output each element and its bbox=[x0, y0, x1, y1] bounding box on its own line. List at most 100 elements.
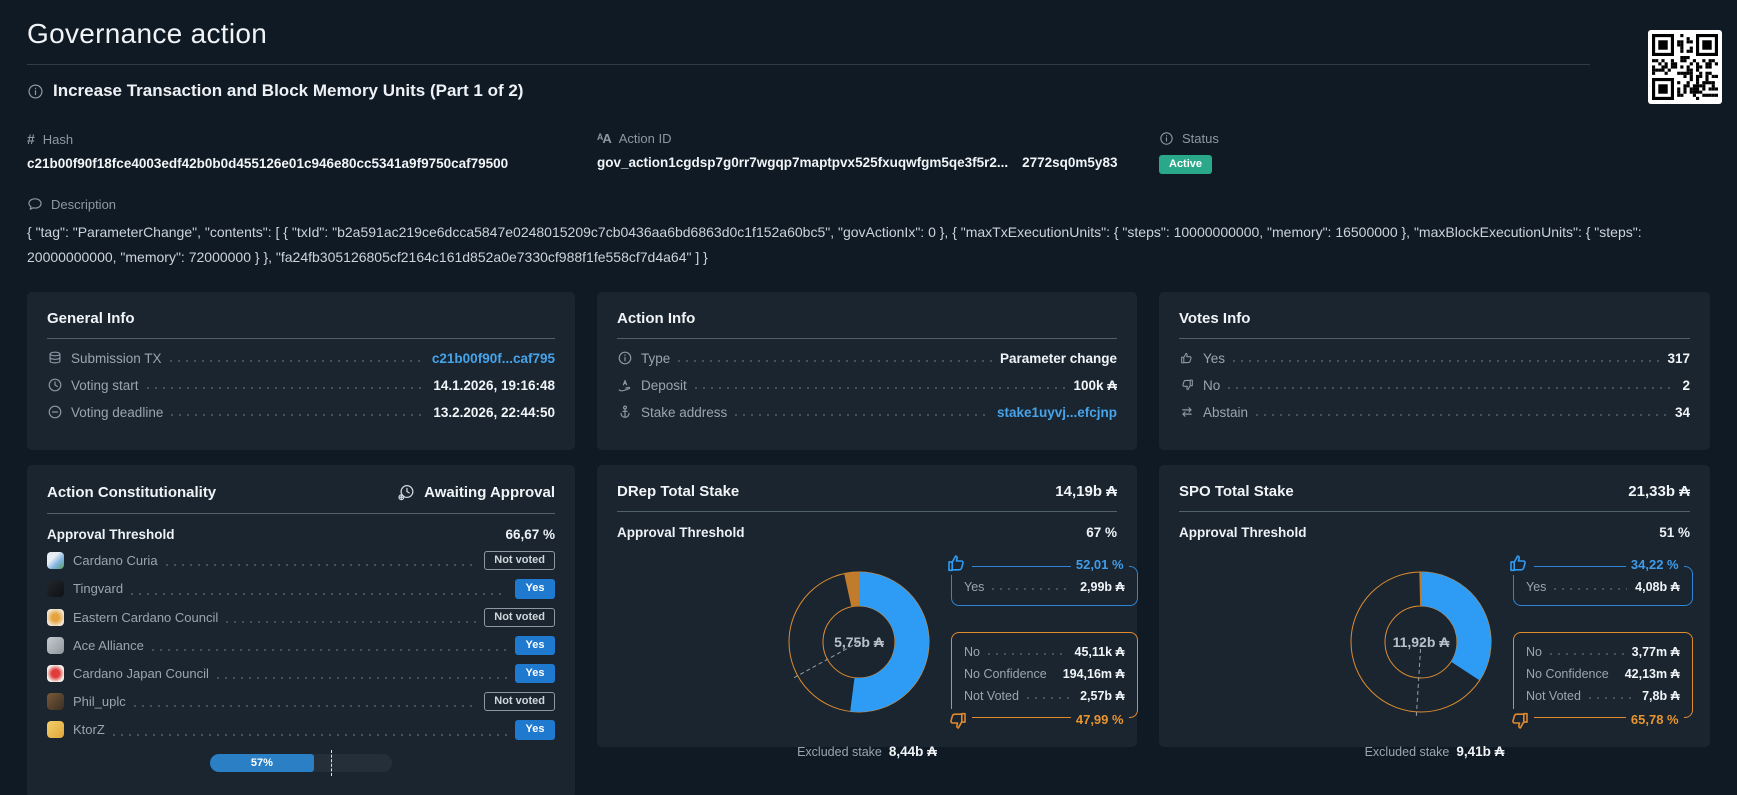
submission-tx-link[interactable]: c21b00f90f...caf795 bbox=[432, 351, 555, 366]
dotted-leader bbox=[1027, 697, 1072, 699]
type-row: Type Parameter change bbox=[617, 350, 1117, 366]
avatar bbox=[47, 665, 64, 682]
dotted-leader bbox=[695, 387, 1066, 389]
dotted-leader bbox=[134, 705, 477, 707]
votes-info-card: Votes Info Yes 317 No 2 Abstain 34 bbox=[1159, 292, 1710, 450]
header-divider bbox=[27, 64, 1590, 65]
card-title: Action Constitutionality bbox=[47, 484, 216, 501]
deadline-icon bbox=[47, 404, 63, 420]
list-item[interactable]: KtorZYes bbox=[47, 720, 555, 739]
thumbs-down-icon bbox=[942, 709, 972, 733]
excluded-stake-row: Excluded stake 9,41b ₳ bbox=[1179, 744, 1690, 759]
dotted-leader bbox=[131, 593, 507, 595]
status-block: Status Active bbox=[1159, 131, 1710, 174]
approval-threshold-row: Approval Threshold 66,67 % bbox=[47, 527, 555, 542]
action-id-label: Action ID bbox=[619, 131, 672, 146]
yes-percentage: 52,01 % bbox=[1071, 557, 1129, 572]
description-value: { "tag": "ParameterChange", "contents": … bbox=[27, 220, 1700, 270]
dotted-leader bbox=[1550, 653, 1624, 655]
stake-address-row: Stake address stake1uyvj...efcjnp bbox=[617, 404, 1117, 420]
total-stake-value: 14,19b ₳ bbox=[1055, 483, 1117, 500]
avatar bbox=[47, 693, 64, 710]
no-percentage: 47,99 % bbox=[1071, 712, 1129, 727]
dotted-leader bbox=[1589, 697, 1634, 699]
yes-stake-box: 52,01 % Yes2,99b ₳ bbox=[951, 566, 1138, 606]
deposit-row: Deposit 100k ₳ bbox=[617, 377, 1117, 393]
approval-threshold-row: Approval Threshold 67 % bbox=[617, 525, 1117, 540]
general-info-card: General Info Submission TX c21b00f90f...… bbox=[27, 292, 575, 450]
action-id-icon: ᴬA bbox=[597, 131, 611, 146]
page-title: Governance action bbox=[27, 18, 1710, 50]
anchor-icon bbox=[617, 404, 633, 420]
description-label: Description bbox=[51, 197, 116, 212]
dotted-leader bbox=[988, 653, 1067, 655]
dotted-leader bbox=[147, 387, 426, 389]
list-item[interactable]: Ace AllianceYes bbox=[47, 636, 555, 655]
no-stake-box: No3,77m ₳ No Confidence42,13m ₳ Not Vote… bbox=[1513, 632, 1693, 718]
stake-address-link[interactable]: stake1uyvj...efcjnp bbox=[997, 405, 1117, 420]
clock-icon bbox=[47, 377, 63, 393]
approval-threshold-row: Approval Threshold 51 % bbox=[1179, 525, 1690, 540]
type-info-icon bbox=[617, 350, 633, 366]
action-constitutionality-card: Action Constitutionality Awaiting Approv… bbox=[27, 465, 575, 795]
dotted-leader bbox=[217, 677, 507, 679]
vote-badge: Not voted bbox=[484, 551, 555, 570]
dotted-leader bbox=[113, 734, 507, 736]
drep-stake-donut-chart: 5,75b ₳ bbox=[767, 550, 951, 734]
dotted-leader bbox=[226, 621, 476, 623]
vote-badge: Yes bbox=[515, 664, 555, 683]
vote-badge: Yes bbox=[515, 720, 555, 739]
no-stake-box: No45,11k ₳ No Confidence194,16m ₳ Not Vo… bbox=[951, 632, 1138, 718]
deposit-icon bbox=[617, 377, 633, 393]
yes-percentage: 34,22 % bbox=[1626, 557, 1684, 572]
vote-badge: Not voted bbox=[484, 608, 555, 627]
thumbs-down-icon bbox=[1179, 377, 1195, 393]
dotted-leader bbox=[992, 588, 1072, 590]
governance-action-title: Increase Transaction and Block Memory Un… bbox=[27, 81, 1710, 101]
avatar bbox=[47, 609, 64, 626]
list-item[interactable]: TingvardYes bbox=[47, 579, 555, 598]
governance-action-name: Increase Transaction and Block Memory Un… bbox=[53, 81, 523, 101]
card-title: General Info bbox=[47, 310, 135, 327]
status-label: Status bbox=[1182, 131, 1219, 146]
thumbs-up-icon bbox=[1504, 551, 1534, 575]
submission-tx-row: Submission TX c21b00f90f...caf795 bbox=[47, 350, 555, 366]
dotted-leader bbox=[1554, 588, 1627, 590]
dotted-leader bbox=[735, 414, 989, 416]
abstain-arrows-icon bbox=[1179, 404, 1195, 420]
list-item[interactable]: Cardano CuriaNot voted bbox=[47, 551, 555, 570]
description-icon bbox=[27, 196, 43, 212]
list-item[interactable]: Phil_uplcNot voted bbox=[47, 692, 555, 711]
action-id-block: ᴬAAction ID gov_action1cgdsp7g0rr7wgqp7m… bbox=[597, 131, 1137, 174]
avatar bbox=[47, 637, 64, 654]
total-stake-value: 21,33b ₳ bbox=[1628, 483, 1690, 500]
card-title: SPO Total Stake bbox=[1179, 483, 1294, 500]
voting-deadline-row: Voting deadline 13.2.2026, 22:44:50 bbox=[47, 404, 555, 420]
approval-progress-bar: 57% bbox=[210, 754, 392, 772]
list-item[interactable]: Eastern Cardano CouncilNot voted bbox=[47, 608, 555, 627]
card-title: DRep Total Stake bbox=[617, 483, 739, 500]
yes-votes-row: Yes 317 bbox=[1179, 350, 1690, 366]
vote-badge: Yes bbox=[515, 636, 555, 655]
list-item[interactable]: Cardano Japan CouncilYes bbox=[47, 664, 555, 683]
spo-total-stake-card: SPO Total Stake 21,33b ₳ Approval Thresh… bbox=[1159, 465, 1710, 747]
dotted-leader bbox=[678, 360, 992, 362]
transaction-icon bbox=[47, 350, 63, 366]
threshold-marker bbox=[331, 750, 332, 776]
thumbs-up-icon bbox=[942, 551, 972, 575]
dotted-leader bbox=[152, 649, 507, 651]
hash-label: Hash bbox=[43, 132, 73, 147]
yes-stake-box: 34,22 % Yes4,08b ₳ bbox=[1513, 566, 1693, 606]
thumbs-down-icon bbox=[1504, 709, 1534, 733]
avatar bbox=[47, 580, 64, 597]
drep-total-stake-card: DRep Total Stake 14,19b ₳ Approval Thres… bbox=[597, 465, 1137, 747]
hash-block: #Hash c21b00f90f18fce4003edf42b0b0d45512… bbox=[27, 131, 575, 174]
card-title: Action Info bbox=[617, 310, 695, 327]
info-circle-icon bbox=[27, 83, 44, 100]
committee-member-list: Cardano CuriaNot voted TingvardYes Easte… bbox=[47, 551, 555, 739]
constitutionality-status: Awaiting Approval bbox=[397, 483, 555, 502]
vote-badge: Yes bbox=[515, 579, 555, 598]
dotted-leader bbox=[166, 564, 477, 566]
excluded-stake-row: Excluded stake 8,44b ₳ bbox=[617, 744, 1117, 759]
awaiting-approval-icon bbox=[397, 483, 416, 502]
